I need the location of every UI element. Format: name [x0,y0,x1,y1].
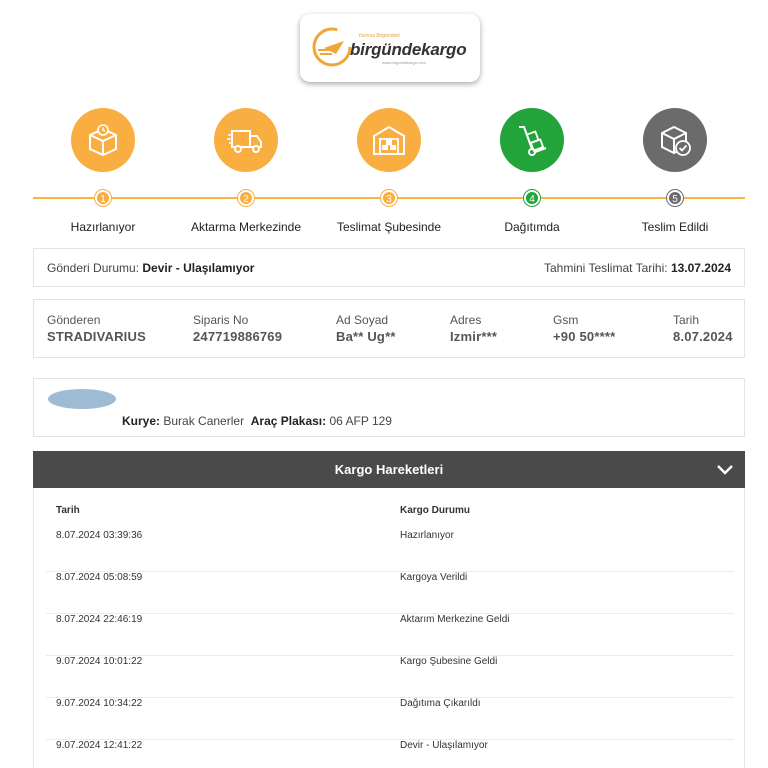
truck-icon [227,130,262,153]
order-number-label: Siparis No [193,313,249,327]
shipment-status-bar: Gönderi Durumu: Devir - Ulaşılamıyor Tah… [33,248,745,287]
recipient-name-label: Ad Soyad [336,313,389,327]
step-icon-circle [643,108,707,172]
courier-value: Burak Canerler [163,414,245,428]
col-header-date: Tarih [56,505,80,516]
brand-name-part1: birgünde [350,40,422,59]
courier-label: Kurye: [122,414,161,428]
estimated-delivery: Tahmini Teslimat Tarihi: 13.07.2024 [544,261,731,275]
row-status: Devir - Ulaşılamıyor [400,740,488,751]
table-row: 8.07.2024 05:08:59 Kargoya Verildi [46,572,734,614]
date-field: Tarih 8.07.2024 [673,313,733,344]
shipment-details: Gönderen STRADIVARIUS Siparis No 2477198… [33,299,745,358]
recipient-name-field: Ad Soyad Ba** Ug** [336,313,396,344]
brand-url: www.birgundekargo.com [382,60,426,65]
row-date: 8.07.2024 03:39:36 [56,530,143,541]
step-number: 4 [524,190,540,206]
col-header-status: Kargo Durumu [400,505,470,516]
gsm-value: +90 50**** [553,329,616,344]
sender-value: STRADIVARIUS [47,329,146,344]
sender-label: Gönderen [47,313,101,327]
step-label: Aktarma Merkezinde [190,220,302,234]
address-value: Izmir*** [450,329,498,344]
step-icon-circle [71,108,135,172]
chevron-down-icon[interactable] [715,460,735,480]
brand-tagline: Yarınsa Birgündeki [358,33,400,39]
step-number: 5 [667,190,683,206]
tracking-steps: 1 Hazırlanıyor 2 Aktarma Merkezinde 3 Te… [33,100,745,240]
step-number: 1 [95,190,111,206]
step-icon-circle [357,108,421,172]
courier-avatar [48,389,116,409]
row-status: Kargo Şubesine Geldi [400,656,498,667]
order-number-value: 247719886769 [193,329,283,344]
table-row: 8.07.2024 22:46:19 Aktarım Merkezine Gel… [46,614,734,656]
gsm-field: Gsm +90 50**** [553,313,615,344]
row-date: 9.07.2024 10:01:22 [56,656,143,667]
step-number: 3 [381,190,397,206]
recipient-name-value: Ba** Ug** [336,329,396,344]
row-status: Dağıtıma Çıkarıldı [400,698,481,709]
box-timer-icon [89,124,117,157]
date-label: Tarih [673,313,700,327]
row-date: 8.07.2024 22:46:19 [56,614,143,625]
row-status: Kargoya Verildi [400,572,468,583]
shipment-status: Gönderi Durumu: Devir - Ulaşılamıyor [47,261,254,275]
brand-logo[interactable]: Yarınsa Birgündeki birgündekargo www.bir… [300,14,480,82]
row-status: Aktarım Merkezine Geldi [400,614,510,625]
table-row: 9.07.2024 10:34:22 Dağıtıma Çıkarıldı [46,698,734,740]
eta-label: Tahmini Teslimat Tarihi: [543,261,668,275]
address-field: Adres Izmir*** [450,313,497,344]
eta-value: 13.07.2024 [670,261,731,275]
row-date: 8.07.2024 05:08:59 [56,572,143,583]
movements-accordion-header[interactable]: Kargo Hareketleri [33,451,745,488]
row-date: 9.07.2024 12:41:22 [56,740,143,751]
step-label: Hazırlanıyor [70,220,136,234]
sender-field: Gönderen STRADIVARIUS [47,313,146,344]
status-label: Gönderi Durumu: [47,261,140,275]
table-row: 9.07.2024 12:41:22 Devir - Ulaşılamıyor [46,740,734,768]
step-icon-circle [214,108,278,172]
courier-info: Kurye: Burak Canerler Araç Plakası: 06 A… [33,378,745,437]
step-label: Teslimat Şubesinde [336,220,442,234]
step-label: Teslim Edildi [641,220,709,234]
table-row: 9.07.2024 10:01:22 Kargo Şubesine Geldi [46,656,734,698]
order-number-field: Siparis No 247719886769 [193,313,282,344]
status-value: Devir - Ulaşılamıyor [142,261,255,275]
movements-title: Kargo Hareketleri [334,462,444,477]
step-number: 2 [238,190,254,206]
plate-value: 06 AFP 129 [329,414,392,428]
brand-name: birgündekargo [350,40,467,60]
gsm-label: Gsm [553,313,579,327]
warehouse-icon [373,125,405,155]
date-value: 8.07.2024 [673,329,733,344]
step-icon-circle [500,108,564,172]
address-label: Adres [450,313,482,327]
brand-name-part2: kargo [421,40,467,59]
row-date: 9.07.2024 10:34:22 [56,698,143,709]
courier-line: Kurye: Burak Canerler Araç Plakası: 06 A… [122,414,392,428]
package-check-icon [661,125,691,156]
hand-truck-icon [519,126,547,156]
row-status: Hazırlanıyor [400,530,454,541]
table-row: 8.07.2024 03:39:36 Hazırlanıyor [46,530,734,572]
step-label: Dağıtımda [504,220,560,234]
movements-table: Tarih Kargo Durumu 8.07.2024 03:39:36 Ha… [33,488,745,768]
brand-plane-icon [312,27,352,67]
plate-label: Araç Plakası: [250,414,327,428]
